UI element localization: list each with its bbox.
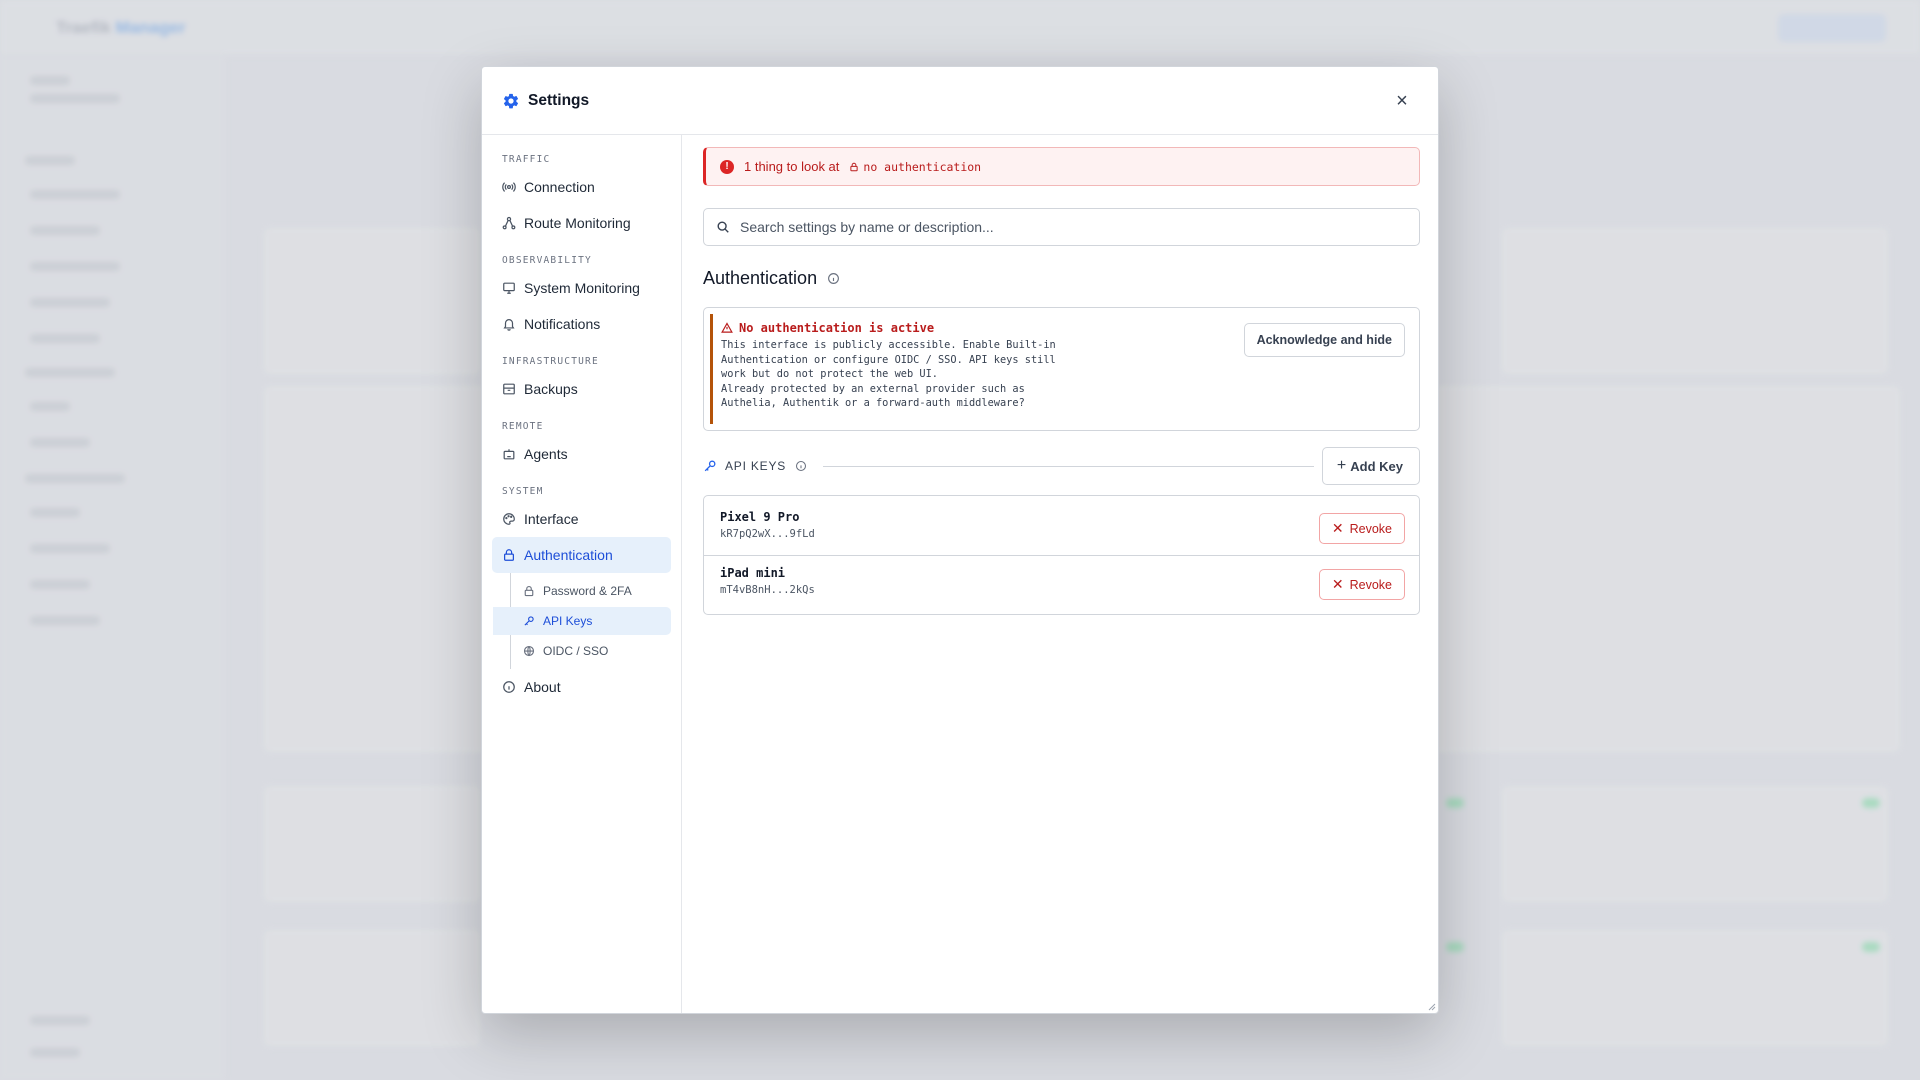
key-name: iPad mini bbox=[720, 566, 786, 580]
warning-icon bbox=[721, 322, 733, 333]
auth-subnav: Password & 2FA API Keys OIDC / SSO bbox=[493, 573, 671, 669]
key-icon bbox=[523, 615, 535, 627]
settings-search[interactable] bbox=[703, 208, 1420, 246]
search-icon bbox=[716, 220, 730, 234]
close-icon: ✕ bbox=[1331, 576, 1344, 592]
nav-item-label: Authentication bbox=[524, 547, 613, 563]
info-icon[interactable] bbox=[795, 460, 807, 472]
nav-section-traffic: TRAFFIC bbox=[502, 153, 551, 165]
warning-title-text: No authentication is active bbox=[739, 321, 935, 335]
key-value: mT4vB8nH...2kQs bbox=[720, 584, 815, 596]
nav-item-label: System Monitoring bbox=[524, 280, 640, 296]
nav-item-agents[interactable]: Agents bbox=[492, 436, 671, 472]
search-input[interactable] bbox=[740, 219, 1380, 235]
globe-icon bbox=[523, 645, 535, 657]
robot-icon bbox=[502, 447, 516, 461]
nav-item-label: Interface bbox=[524, 511, 579, 527]
nav-section-system: SYSTEM bbox=[502, 485, 544, 497]
modal-header: Settings × bbox=[482, 67, 1438, 135]
attention-banner[interactable]: ! 1 thing to look at no authentication bbox=[703, 147, 1420, 186]
lock-icon bbox=[502, 548, 516, 562]
acknowledge-button[interactable]: Acknowledge and hide bbox=[1243, 323, 1405, 357]
gear-icon bbox=[502, 92, 520, 110]
nav-item-label: Connection bbox=[524, 179, 595, 195]
modal-title: Settings bbox=[528, 91, 590, 109]
settings-content: ! 1 thing to look at no authentication A… bbox=[683, 135, 1438, 1013]
lock-icon bbox=[523, 585, 535, 597]
revoke-button[interactable]: ✕ Revoke bbox=[1318, 569, 1405, 600]
warning-description: This interface is publicly accessible. E… bbox=[721, 339, 1056, 380]
nav-item-label: Notifications bbox=[524, 316, 601, 332]
attention-tag[interactable]: no authentication bbox=[849, 160, 981, 174]
subnav-label: OIDC / SSO bbox=[543, 644, 609, 658]
nav-section-remote: REMOTE bbox=[502, 420, 544, 432]
subnav-api-keys[interactable]: API Keys bbox=[493, 607, 671, 635]
nav-item-about[interactable]: About bbox=[492, 669, 671, 705]
revoke-button[interactable]: ✕ Revoke bbox=[1318, 513, 1405, 544]
archive-icon bbox=[502, 382, 516, 396]
palette-icon bbox=[502, 512, 516, 526]
subnav-oidc-sso[interactable]: OIDC / SSO bbox=[511, 637, 671, 665]
close-button[interactable]: × bbox=[1390, 89, 1414, 113]
nav-item-system-monitoring[interactable]: System Monitoring bbox=[492, 270, 671, 306]
nav-item-label: Backups bbox=[524, 381, 578, 397]
warning-question: Already protected by an external provide… bbox=[721, 382, 1025, 410]
nav-item-label: Agents bbox=[524, 446, 568, 462]
nav-item-route-monitoring[interactable]: Route Monitoring bbox=[492, 205, 671, 241]
revoke-label: Revoke bbox=[1349, 577, 1392, 592]
bell-icon bbox=[502, 317, 516, 331]
close-icon: × bbox=[1396, 89, 1408, 112]
nav-item-notifications[interactable]: Notifications bbox=[492, 306, 671, 342]
key-name: Pixel 9 Pro bbox=[720, 510, 800, 524]
nav-section-observability: OBSERVABILITY bbox=[502, 254, 592, 266]
monitor-icon bbox=[502, 281, 516, 295]
settings-modal: Settings × TRAFFIC Connection Route Moni… bbox=[481, 66, 1439, 1014]
nav-item-label: About bbox=[524, 679, 561, 695]
nav-item-connection[interactable]: Connection bbox=[492, 169, 671, 205]
nav-item-label: Route Monitoring bbox=[524, 215, 631, 231]
section-title: Authentication bbox=[703, 266, 1420, 290]
alert-icon: ! bbox=[720, 159, 734, 174]
add-key-button[interactable]: + Add Key bbox=[1321, 447, 1420, 485]
attention-tag-label: no authentication bbox=[863, 159, 982, 174]
api-keys-list: Pixel 9 Pro kR7pQ2wX...9fLd ✕ Revoke iPa… bbox=[703, 495, 1420, 615]
attention-text: 1 thing to look at bbox=[744, 159, 840, 174]
broadcast-icon bbox=[502, 180, 516, 194]
list-item: Pixel 9 Pro kR7pQ2wX...9fLd ✕ Revoke bbox=[704, 500, 1419, 555]
subnav-label: Password & 2FA bbox=[543, 584, 632, 598]
list-item: iPad mini mT4vB8nH...2kQs ✕ Revoke bbox=[704, 555, 1419, 610]
revoke-label: Revoke bbox=[1349, 521, 1392, 536]
resize-handle[interactable] bbox=[1426, 1001, 1436, 1011]
close-icon: ✕ bbox=[1331, 520, 1344, 536]
nav-section-infrastructure: INFRASTRUCTURE bbox=[502, 355, 599, 367]
section-title-text: Authentication bbox=[703, 267, 818, 288]
settings-nav: TRAFFIC Connection Route Monitoring OBSE… bbox=[482, 135, 682, 1013]
api-keys-header: API KEYS + Add Key bbox=[703, 447, 1420, 485]
info-icon bbox=[502, 680, 516, 694]
subnav-label: API Keys bbox=[543, 614, 593, 628]
route-icon bbox=[502, 216, 516, 230]
nav-item-interface[interactable]: Interface bbox=[492, 501, 671, 537]
add-key-label: Add Key bbox=[1350, 458, 1403, 474]
no-auth-warning: No authentication is active This interfa… bbox=[703, 307, 1420, 431]
info-icon[interactable] bbox=[827, 272, 840, 285]
api-keys-label: API KEYS bbox=[725, 459, 787, 473]
key-icon bbox=[703, 459, 717, 473]
subnav-password-2fa[interactable]: Password & 2FA bbox=[511, 577, 671, 605]
nav-item-backups[interactable]: Backups bbox=[492, 371, 671, 407]
lock-icon bbox=[850, 162, 859, 171]
nav-item-authentication[interactable]: Authentication bbox=[492, 537, 671, 573]
divider bbox=[823, 465, 1314, 467]
key-value: kR7pQ2wX...9fLd bbox=[720, 528, 815, 540]
plus-icon: + bbox=[1336, 457, 1347, 474]
